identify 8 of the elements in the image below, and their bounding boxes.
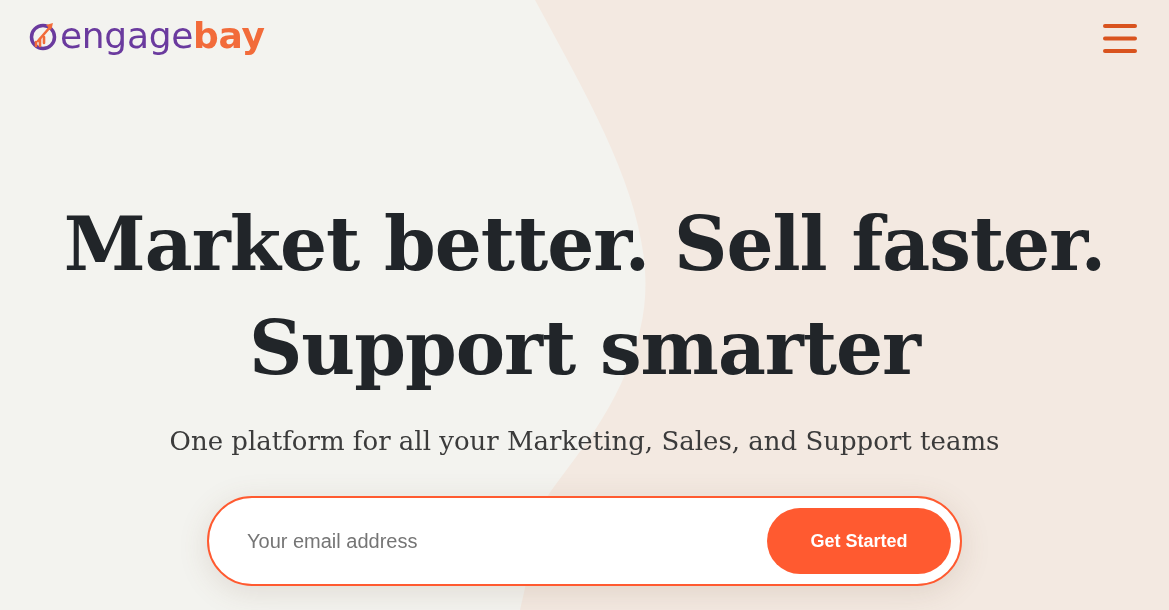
email-signup-field[interactable]: Your email address Get Started — [207, 496, 962, 586]
subtitle: One platform for all your Marketing, Sales, and Support teams — [169, 425, 1000, 458]
headline: Market better. Sell faster. Support smarter — [62, 200, 1107, 393]
menu-icon — [1103, 23, 1137, 53]
menu-button[interactable] — [1103, 23, 1137, 53]
get-started-button[interactable]: Get Started — [767, 508, 951, 574]
logo-chart-icon — [29, 21, 59, 51]
logo-wordmark[interactable]: engagebay — [60, 16, 265, 56]
